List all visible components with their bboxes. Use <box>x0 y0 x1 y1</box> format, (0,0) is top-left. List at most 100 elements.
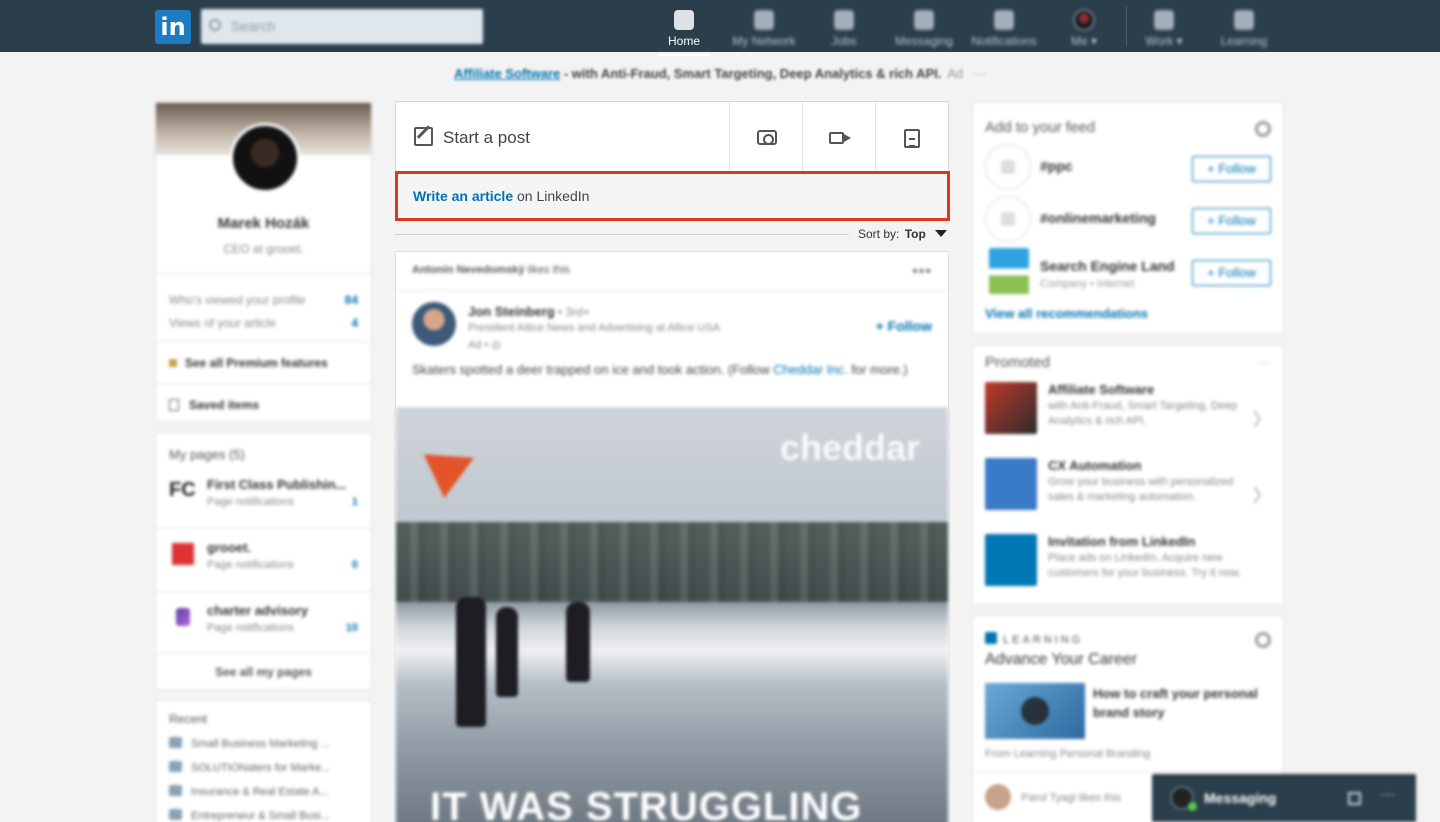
hashtag-avatar[interactable] <box>985 196 1031 242</box>
page-name: charter advisory <box>207 603 309 618</box>
share-toolbar: Start a post <box>396 102 948 172</box>
nav-learning[interactable]: Learning <box>1204 6 1284 50</box>
page-item[interactable]: grooet. Page notifications 0 <box>169 540 358 580</box>
more-icon[interactable]: ··· <box>973 66 986 81</box>
compose-icon[interactable] <box>1348 792 1361 805</box>
ad-banner-link[interactable]: Affiliate Software <box>454 66 560 81</box>
liker-name[interactable]: Antonín Nevedomský <box>412 264 524 276</box>
video-button[interactable] <box>802 102 875 172</box>
author-headline: President Altice News and Advertising at… <box>468 322 720 334</box>
recent-item[interactable]: Entrepreneur & Small Busi... <box>169 809 330 822</box>
viewer-name[interactable]: Parul Tyagi <box>1021 792 1076 804</box>
page-notifications: Page notifications <box>207 496 294 508</box>
hashtag-avatar[interactable] <box>985 144 1031 190</box>
premium-features-link[interactable]: See all Premium features <box>169 356 328 370</box>
group-icon <box>169 737 182 748</box>
feed-suggestion: Search Engine Land Company • Internet + … <box>985 248 1271 298</box>
saved-items-link[interactable]: Saved items <box>169 398 259 412</box>
video-figure <box>496 607 518 697</box>
profile-stat-views[interactable]: Who's viewed your profile 84 <box>169 293 358 307</box>
recent-item[interactable]: SOLUTIONaters for Marke... <box>169 761 330 774</box>
messaging-bar[interactable]: Messaging ··· <box>1152 774 1416 822</box>
stat-value: 84 <box>344 293 358 307</box>
connection-degree: • 3rd+ <box>554 305 590 319</box>
follow-button[interactable]: + Follow <box>876 318 932 334</box>
post-menu-icon[interactable]: ••• <box>912 263 932 281</box>
video-figure <box>566 602 590 682</box>
nav-work[interactable]: Work ▾ <box>1124 6 1204 50</box>
feed-suggestion: #onlinemarketing + Follow <box>985 196 1271 246</box>
video-treeline <box>396 522 948 602</box>
search-input[interactable]: Search <box>201 9 483 44</box>
chevron-right-icon: 〉 <box>1253 410 1271 430</box>
linkedin-logo <box>985 534 1037 586</box>
page-logo <box>172 543 194 565</box>
add-to-feed-card: Add to your feed #ppc + Follow #onlinema… <box>972 102 1284 334</box>
page-item[interactable]: charter advisory Page notifications 10 <box>169 603 358 643</box>
page-logo <box>176 608 190 626</box>
stat-label: Views of your article <box>169 316 277 330</box>
promo-description: with Anti-Fraud, Smart Targeting, Deep A… <box>1048 400 1238 427</box>
linkedin-logo[interactable]: in <box>155 10 191 44</box>
promoted-item[interactable]: Affiliate Software with Anti-Fraud, Smar… <box>985 382 1271 456</box>
document-button[interactable] <box>875 102 948 172</box>
recent-label: Insurance & Real Estate A... <box>191 786 329 798</box>
network-icon <box>754 10 774 30</box>
nav-jobs[interactable]: Jobs <box>804 6 884 50</box>
nav-messaging[interactable]: Messaging <box>884 6 964 50</box>
nav-label: My Network <box>732 34 796 48</box>
course-title[interactable]: How to craft your personal brand story <box>1093 684 1278 722</box>
divider <box>156 273 371 274</box>
camera-icon <box>757 130 777 145</box>
suggestion-name[interactable]: Search Engine Land <box>1040 258 1175 274</box>
write-article-link[interactable]: Write an article <box>413 188 513 204</box>
photo-button[interactable] <box>729 102 802 172</box>
profile-avatar[interactable] <box>230 123 300 193</box>
start-post-button[interactable]: Start a post <box>414 127 530 148</box>
nav-my-network[interactable]: My Network <box>724 6 804 50</box>
follow-button[interactable]: + Follow <box>1192 260 1271 286</box>
viewer-suffix: likes this <box>1075 792 1122 804</box>
sort-dropdown[interactable]: Sort by: Top <box>858 227 948 241</box>
follow-button[interactable]: + Follow <box>1192 208 1271 234</box>
page-item[interactable]: FC First Class Publishin... Page notific… <box>169 477 358 517</box>
write-article-bar[interactable]: Write an article on LinkedIn <box>396 172 948 220</box>
see-all-pages-link[interactable]: See all my pages <box>156 665 371 679</box>
more-icon[interactable]: ··· <box>1380 786 1396 804</box>
view-all-recommendations-link[interactable]: View all recommendations <box>985 306 1148 321</box>
recent-item[interactable]: Small Business Marketing ... <box>169 737 330 750</box>
premium-label: See all Premium features <box>185 356 328 370</box>
more-icon[interactable]: ··· <box>1257 354 1271 370</box>
company-logo[interactable] <box>989 248 1029 294</box>
author-avatar[interactable] <box>412 302 456 346</box>
suggestion-name[interactable]: #ppc <box>1040 158 1073 174</box>
search-icon <box>209 19 221 31</box>
recent-item[interactable]: Insurance & Real Estate A... <box>169 785 329 798</box>
promo-description: Place ads on LinkedIn. Acquire new custo… <box>1048 552 1242 579</box>
nav-me[interactable]: Me ▾ <box>1044 6 1124 50</box>
sort-value: Top <box>904 227 926 241</box>
profile-name[interactable]: Marek Hozák <box>156 215 371 232</box>
sort-divider <box>395 234 849 235</box>
suggestion-name[interactable]: #onlinemarketing <box>1040 210 1156 226</box>
page-logo: FC <box>169 479 196 501</box>
nav-label: Work ▾ <box>1145 34 1183 48</box>
promoted-header: Promoted <box>985 354 1051 371</box>
promoted-item[interactable]: CX Automation Grow your business with pe… <box>985 458 1271 532</box>
ad-banner-text: - with Anti-Fraud, Smart Targeting, Deep… <box>560 66 942 81</box>
author-name[interactable]: Jon Steinberg • 3rd+ <box>468 304 590 319</box>
nav-notifications[interactable]: Notifications <box>964 6 1044 50</box>
post-text-end: for more.) <box>847 362 908 377</box>
liked-suffix: likes this <box>524 264 570 276</box>
promoted-item[interactable]: Invitation from LinkedIn Place ads on Li… <box>985 534 1271 608</box>
nav-home[interactable]: Home <box>644 6 724 56</box>
post-video[interactable]: cheddar IT WAS STRUGGLING <box>396 407 948 822</box>
grid-icon <box>1154 10 1174 30</box>
post-mention-link[interactable]: Cheddar Inc. <box>773 362 847 377</box>
follow-button[interactable]: + Follow <box>1192 156 1271 182</box>
info-icon[interactable] <box>1255 632 1271 648</box>
recent-label: SOLUTIONaters for Marke... <box>191 762 331 774</box>
profile-stat-article-views[interactable]: Views of your article 4 <box>169 316 358 330</box>
info-icon[interactable] <box>1255 121 1271 137</box>
course-thumbnail[interactable] <box>985 683 1085 739</box>
